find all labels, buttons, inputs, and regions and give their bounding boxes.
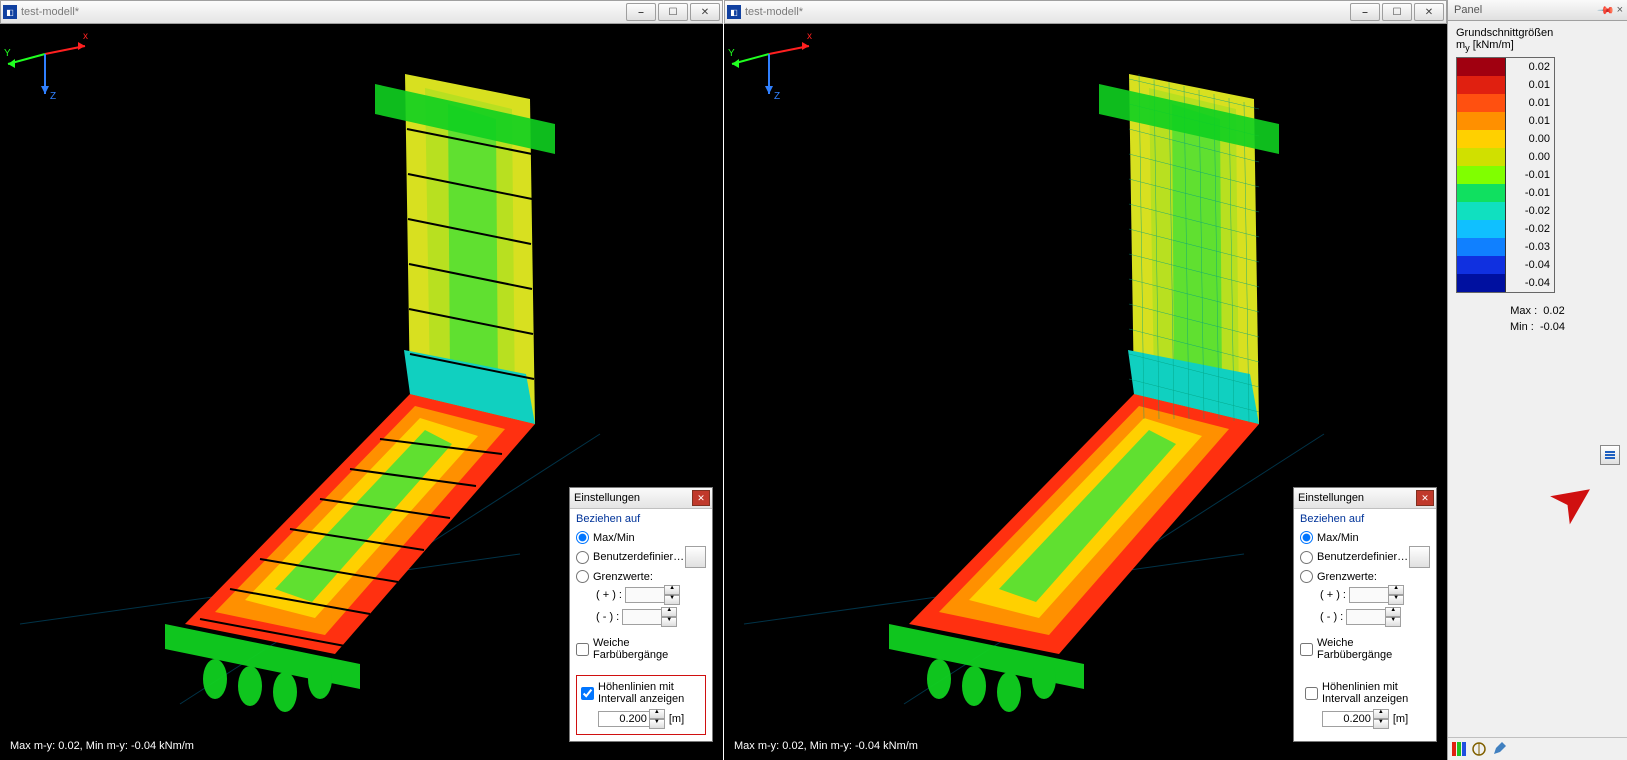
- settings-title[interactable]: Einstellungen ✕: [570, 488, 712, 509]
- opt-limits-row[interactable]: Grenzwerte:: [576, 570, 706, 583]
- limit-plus-input[interactable]: [625, 587, 665, 603]
- minimize-button[interactable]: ⎯: [1350, 3, 1380, 21]
- isolines-group-highlighted: Höhenlinien mit Intervall anzeigen ▲▼ [m…: [576, 675, 706, 735]
- isolines-row[interactable]: Höhenlinien mit Intervall anzeigen: [1305, 681, 1425, 705]
- panel-options-button[interactable]: [1600, 445, 1620, 465]
- smooth-row[interactable]: Weiche Farbübergänge: [1300, 637, 1430, 661]
- legend-row: -0.01: [1457, 184, 1554, 202]
- app-icon: ◧: [727, 5, 741, 19]
- palette-icon[interactable]: [1452, 742, 1466, 756]
- right-status-text: Max m-y: 0.02, Min m-y: -0.04 kNm/m: [734, 740, 918, 752]
- axis-triad: x Y Z: [0, 24, 90, 104]
- custom-picker-button[interactable]: [685, 546, 706, 568]
- panel-titlebar[interactable]: Panel 📌 ×: [1448, 0, 1627, 21]
- left-window-titlebar: ◧ test-modell* ⎯ ☐ ✕: [0, 0, 723, 24]
- svg-text:Y: Y: [728, 48, 735, 59]
- legend-stats: Max : 0.02 Min : -0.04: [1456, 303, 1619, 335]
- iso-value-input[interactable]: [1322, 711, 1374, 727]
- legend-row: 0.02: [1457, 58, 1554, 76]
- spin-up[interactable]: ▲: [664, 585, 680, 595]
- panel-title: Panel: [1454, 4, 1482, 16]
- checkbox-smooth[interactable]: [1300, 643, 1313, 656]
- settings-close-button[interactable]: ✕: [692, 490, 710, 506]
- left-3d-viewport[interactable]: x Y Z Max m-y: 0.02, Min m-y: -0.04 kNm/…: [0, 24, 723, 760]
- settings-group-header: Beziehen auf: [1294, 509, 1436, 527]
- settings-close-button[interactable]: ✕: [1416, 490, 1434, 506]
- right-3d-viewport[interactable]: xYZ Max m-y: 0.02, Min m-y: -0.04 kNm/m …: [724, 24, 1447, 760]
- limit-plus-row: ( + ) : ▲▼: [576, 585, 706, 605]
- legend-row: -0.02: [1457, 202, 1554, 220]
- settings-dialog-left: Einstellungen ✕ Beziehen auf Max/Min Ben…: [569, 487, 713, 742]
- opt-limits-row[interactable]: Grenzwerte:: [1300, 570, 1430, 583]
- legend-row: 0.00: [1457, 130, 1554, 148]
- maximize-button[interactable]: ☐: [658, 3, 688, 21]
- spin-down[interactable]: ▼: [664, 595, 680, 605]
- opt-maxmin-row[interactable]: Max/Min: [1300, 531, 1430, 544]
- legend-row: -0.03: [1457, 238, 1554, 256]
- maximize-button[interactable]: ☐: [1382, 3, 1412, 21]
- iso-value-input[interactable]: [598, 711, 650, 727]
- annotation-arrow-icon: ➤: [1536, 461, 1609, 539]
- panel-bottom-toolbar: [1448, 737, 1627, 760]
- right-window-title: test-modell*: [745, 6, 1348, 18]
- legend-row: 0.00: [1457, 148, 1554, 166]
- minimize-button[interactable]: ⎯: [626, 3, 656, 21]
- custom-picker-button[interactable]: [1409, 546, 1430, 568]
- legend-row: 0.01: [1457, 76, 1554, 94]
- radio-maxmin[interactable]: [1300, 531, 1313, 544]
- app-icon: ◧: [3, 5, 17, 19]
- settings-group-header: Beziehen auf: [570, 509, 712, 527]
- edit-icon[interactable]: [1492, 742, 1506, 756]
- isolines-group: Höhenlinien mit Intervall anzeigen ▲▼ [m…: [1300, 675, 1430, 735]
- svg-text:Z: Z: [774, 91, 780, 102]
- legend-row: 0.01: [1457, 94, 1554, 112]
- limit-plus-input[interactable]: [1349, 587, 1389, 603]
- iso-unit-label: [m]: [669, 713, 684, 725]
- radio-custom[interactable]: [1300, 551, 1313, 564]
- svg-text:Z: Z: [50, 91, 56, 102]
- opt-maxmin-row[interactable]: Max/Min: [576, 531, 706, 544]
- legend-row: 0.01: [1457, 112, 1554, 130]
- close-button[interactable]: ✕: [1414, 3, 1444, 21]
- legend-scale: 0.020.010.010.010.000.00-0.01-0.01-0.02-…: [1456, 57, 1555, 293]
- radio-limits[interactable]: [1300, 570, 1313, 583]
- legend-row: -0.04: [1457, 256, 1554, 274]
- iso-value-row: ▲▼ [m]: [581, 709, 701, 729]
- svg-text:Y: Y: [4, 48, 11, 59]
- spin-down[interactable]: ▼: [649, 719, 665, 729]
- right-window-titlebar: ◧ test-modell* ⎯ ☐ ✕: [724, 0, 1447, 24]
- balance-icon[interactable]: [1472, 742, 1486, 756]
- svg-text:x: x: [83, 31, 88, 42]
- legend-row: -0.02: [1457, 220, 1554, 238]
- svg-text:x: x: [807, 31, 812, 42]
- close-button[interactable]: ✕: [690, 3, 720, 21]
- radio-maxmin[interactable]: [576, 531, 589, 544]
- spin-up[interactable]: ▲: [661, 607, 677, 617]
- legend-row: -0.04: [1457, 274, 1554, 292]
- limit-minus-row: ( - ) : ▲▼: [576, 607, 706, 627]
- opt-custom-row[interactable]: Benutzerdefinierte..: [576, 546, 706, 568]
- checkbox-smooth[interactable]: [576, 643, 589, 656]
- opt-custom-row[interactable]: Benutzerdefinierte..: [1300, 546, 1430, 568]
- left-status-text: Max m-y: 0.02, Min m-y: -0.04 kNm/m: [10, 740, 194, 752]
- panel-close-icon[interactable]: ×: [1617, 4, 1623, 16]
- pin-icon[interactable]: 📌: [1596, 1, 1615, 20]
- spin-down[interactable]: ▼: [661, 617, 677, 627]
- radio-custom[interactable]: [576, 551, 589, 564]
- radio-limits[interactable]: [576, 570, 589, 583]
- smooth-row[interactable]: Weiche Farbübergänge: [576, 637, 706, 661]
- checkbox-isolines[interactable]: [1305, 687, 1318, 700]
- spin-up[interactable]: ▲: [649, 709, 665, 719]
- settings-dialog-right: Einstellungen ✕ Beziehen auf Max/Min Ben…: [1293, 487, 1437, 742]
- limit-minus-input[interactable]: [622, 609, 662, 625]
- left-window-title: test-modell*: [21, 6, 624, 18]
- limit-minus-input[interactable]: [1346, 609, 1386, 625]
- axis-triad: x Y Z: [724, 24, 814, 104]
- legend: Grundschnittgrößen my [kNm/m] 0.020.010.…: [1448, 21, 1627, 341]
- checkbox-isolines[interactable]: [581, 687, 594, 700]
- isolines-row[interactable]: Höhenlinien mit Intervall anzeigen: [581, 681, 701, 705]
- settings-title[interactable]: Einstellungen ✕: [1294, 488, 1436, 509]
- legend-heading: Grundschnittgrößen my [kNm/m]: [1456, 27, 1619, 53]
- legend-row: -0.01: [1457, 166, 1554, 184]
